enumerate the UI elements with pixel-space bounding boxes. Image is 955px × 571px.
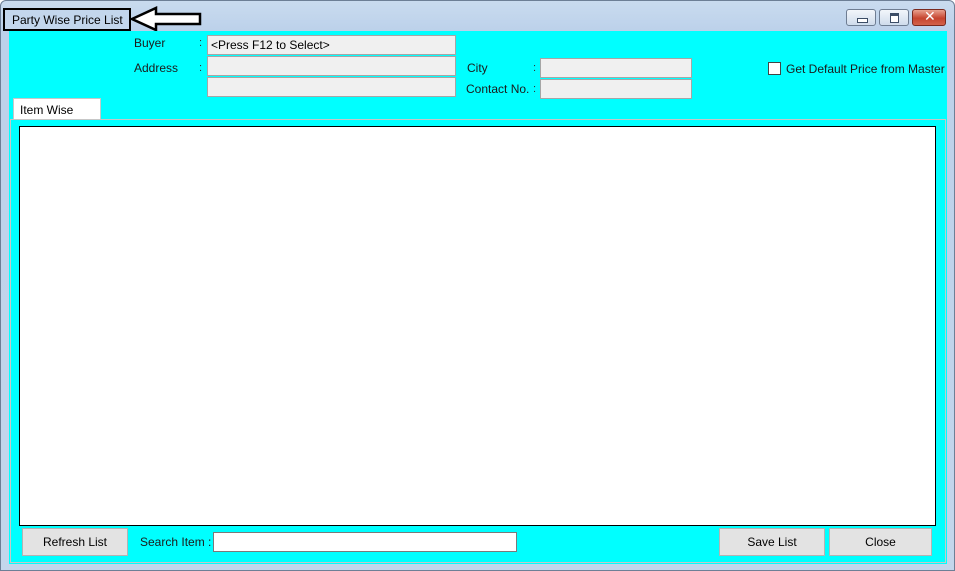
bottom-toolbar: Refresh List Search Item : Save List Clo…	[17, 526, 941, 559]
refresh-list-button[interactable]: Refresh List	[22, 528, 128, 556]
minimize-button[interactable]	[846, 9, 876, 26]
form-client-area: Buyer : <Press F12 to Select> Address : …	[9, 31, 947, 564]
search-item-input[interactable]	[213, 532, 517, 552]
default-price-label: Get Default Price from Master	[786, 62, 945, 76]
title-highlight-box: Party Wise Price List	[3, 8, 131, 31]
default-price-checkbox[interactable]	[768, 62, 781, 75]
maximize-icon	[890, 13, 899, 23]
close-icon: ✕	[924, 9, 936, 25]
contact-field[interactable]	[540, 79, 692, 99]
close-window-button[interactable]: ✕	[912, 9, 946, 26]
city-label: City	[467, 61, 488, 75]
item-rate-grid[interactable]	[19, 126, 936, 526]
address-line1-field[interactable]	[207, 56, 456, 76]
title-bar[interactable]: Party Wise Price List ✕	[1, 1, 954, 32]
buyer-colon: :	[199, 37, 203, 49]
city-colon: :	[533, 62, 537, 74]
window-title: Party Wise Price List	[12, 13, 123, 27]
minimize-icon	[857, 18, 868, 23]
address-colon: :	[199, 62, 203, 74]
tab-item-wise-rate[interactable]: Item Wise Rate	[13, 98, 101, 131]
contact-colon: :	[533, 83, 537, 95]
buyer-label: Buyer	[134, 36, 166, 50]
search-item-label: Search Item :	[140, 535, 212, 549]
address-line2-field[interactable]	[207, 77, 456, 97]
main-window: Party Wise Price List ✕ Buyer : <Press F…	[0, 0, 955, 571]
annotation-arrow-icon	[130, 6, 202, 32]
city-field[interactable]	[540, 58, 692, 78]
save-list-button[interactable]: Save List	[719, 528, 825, 556]
buyer-field[interactable]: <Press F12 to Select>	[207, 35, 456, 55]
address-label: Address	[134, 61, 179, 75]
close-button[interactable]: Close	[829, 528, 932, 556]
contact-label: Contact No.	[466, 82, 530, 96]
maximize-button[interactable]	[879, 9, 909, 26]
